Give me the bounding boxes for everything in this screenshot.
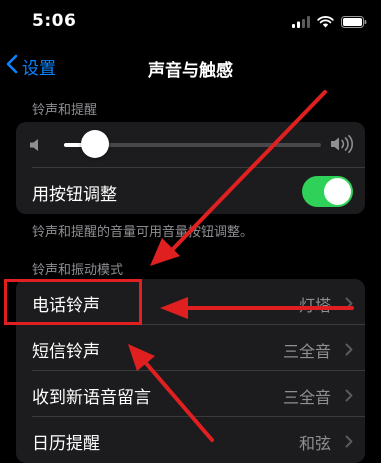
status-bar: 5:06 bbox=[0, 0, 381, 44]
volume-slider-row bbox=[16, 122, 365, 168]
navigation-bar: 设置 声音与触感 bbox=[0, 48, 381, 88]
calendar-alerts-value: 和弦 bbox=[298, 434, 331, 453]
page-title: 声音与触感 bbox=[148, 61, 233, 81]
ringer-group: 用按钮调整 bbox=[16, 122, 365, 214]
new-voicemail-label: 收到新语音留言 bbox=[32, 388, 151, 408]
list-item-new-voicemail[interactable]: 收到新语音留言 三全音 bbox=[16, 371, 365, 417]
chevron-right-icon bbox=[345, 341, 353, 360]
text-tone-value: 三全音 bbox=[282, 342, 331, 361]
change-with-buttons-row: 用按钮调整 bbox=[16, 168, 365, 214]
ringtone-value: 灯塔 bbox=[298, 296, 331, 315]
new-voicemail-value: 三全音 bbox=[282, 388, 331, 407]
change-with-buttons-label: 用按钮调整 bbox=[32, 185, 117, 205]
change-with-buttons-toggle[interactable] bbox=[302, 176, 353, 207]
list-item-text-tone[interactable]: 短信铃声 三全音 bbox=[16, 325, 365, 371]
list-item-calendar-alerts[interactable]: 日历提醒 和弦 bbox=[16, 417, 365, 463]
section-header-ringer: 铃声和提醒 bbox=[32, 103, 98, 118]
ringer-footnote: 铃声和提醒的音量可用音量按钮调整。 bbox=[32, 225, 254, 240]
calendar-alerts-label: 日历提醒 bbox=[32, 434, 100, 454]
status-time: 5:06 bbox=[32, 11, 77, 31]
wifi-icon bbox=[317, 13, 334, 32]
annotation-highlight-box bbox=[4, 279, 142, 325]
speaker-low-icon bbox=[30, 137, 42, 156]
chevron-right-icon bbox=[345, 295, 353, 314]
section-header-patterns: 铃声和振动模式 bbox=[32, 263, 124, 278]
volume-slider-thumb[interactable] bbox=[80, 130, 109, 158]
text-tone-label: 短信铃声 bbox=[32, 342, 100, 362]
cellular-icon bbox=[292, 13, 310, 32]
status-icons bbox=[292, 13, 367, 32]
annotation-arrow-head bbox=[150, 238, 180, 266]
chevron-right-icon bbox=[345, 387, 353, 406]
speaker-high-icon bbox=[331, 135, 355, 157]
battery-icon bbox=[341, 13, 367, 32]
toggle-knob bbox=[324, 178, 351, 205]
